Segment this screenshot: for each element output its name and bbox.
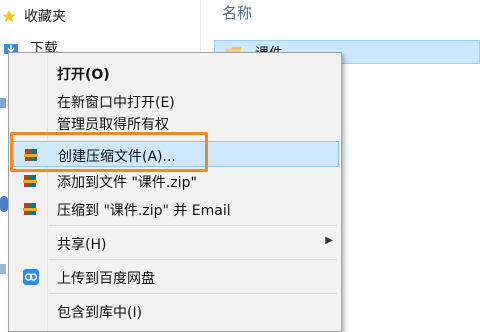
baidu-netdisk-icon bbox=[23, 269, 39, 285]
nav-partial-globe-icon bbox=[0, 196, 8, 212]
menu-separator bbox=[49, 293, 337, 294]
menu-item-label: 打开(O) bbox=[57, 67, 110, 83]
menu-separator bbox=[49, 259, 337, 260]
nav-partial-icon bbox=[0, 98, 6, 108]
winrar-books-icon bbox=[23, 201, 39, 217]
menu-item-label: 在新窗口中打开(E) bbox=[57, 95, 175, 111]
menu-item-take-ownership[interactable]: 管理员取得所有权 bbox=[11, 115, 339, 131]
menu-separator bbox=[49, 225, 337, 226]
menu-item-label: 包含到库中(I) bbox=[57, 305, 143, 321]
menu-item-label: 共享(H) bbox=[57, 237, 107, 253]
annotation-highlight-box bbox=[10, 132, 208, 172]
menu-item-label: 添加到文件 "课件.zip" bbox=[57, 175, 197, 191]
menu-item-label: 压缩到 "课件.zip" 并 Email bbox=[57, 203, 231, 219]
menu-item-open-new-window[interactable]: 在新窗口中打开(E) bbox=[11, 89, 339, 113]
nav-partial-icon bbox=[0, 264, 6, 274]
menu-item-open[interactable]: 打开(O) bbox=[11, 61, 339, 85]
menu-item-upload-baidu[interactable]: 上传到百度网盘 bbox=[11, 265, 339, 289]
menu-item-add-to-zip[interactable]: 添加到文件 "课件.zip" bbox=[11, 169, 339, 193]
column-header-name-label: 名称 bbox=[222, 4, 253, 22]
menu-item-share[interactable]: 共享(H) ▶ bbox=[11, 231, 339, 255]
menu-item-label: 上传到百度网盘 bbox=[57, 271, 155, 287]
menu-item-zip-and-email[interactable]: 压缩到 "课件.zip" 并 Email bbox=[11, 197, 339, 221]
nav-favorites-label: 收藏夹 bbox=[24, 9, 66, 25]
star-icon bbox=[2, 9, 16, 23]
submenu-arrow-icon: ▶ bbox=[325, 235, 333, 246]
column-header-name[interactable]: 名称 bbox=[206, 0, 480, 26]
menu-item-label: 管理员取得所有权 bbox=[57, 117, 169, 131]
nav-item-favorites[interactable]: 收藏夹 bbox=[2, 6, 66, 26]
winrar-books-icon bbox=[23, 173, 39, 189]
context-menu: 打开(O) 在新窗口中打开(E) 管理员取得所有权 创建压缩文件(A)... 添… bbox=[8, 52, 342, 332]
menu-item-include-in-library[interactable]: 包含到库中(I) bbox=[11, 299, 339, 323]
